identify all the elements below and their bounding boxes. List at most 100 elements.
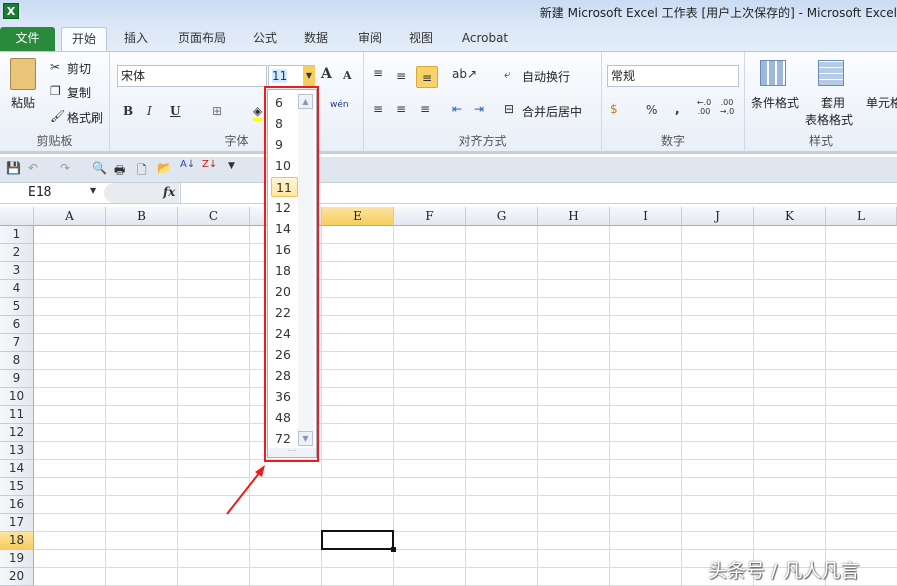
merge-center-button[interactable]: 合并后居中	[522, 103, 582, 120]
italic-button[interactable]: I	[147, 104, 152, 118]
tab-file[interactable]: 文件	[0, 27, 55, 51]
row-header-17[interactable]: 17	[0, 514, 34, 532]
row-header-10[interactable]: 10	[0, 388, 34, 406]
row-header-20[interactable]: 20	[0, 568, 34, 586]
font-name-select[interactable]: 宋体	[117, 65, 267, 87]
bold-button[interactable]: B	[123, 104, 133, 118]
format-painter-button[interactable]: 格式刷	[67, 109, 103, 126]
row-header-19[interactable]: 19	[0, 550, 34, 568]
row-header-3[interactable]: 3	[0, 262, 34, 280]
row-header-18[interactable]: 18	[0, 532, 34, 550]
tab-home[interactable]: 开始	[61, 27, 107, 51]
align-middle-icon[interactable]: ≡	[396, 69, 406, 83]
worksheet-grid[interactable]: ABCDEFGHIJKL 123456789101112131415161718…	[0, 207, 897, 586]
select-all-corner[interactable]	[0, 207, 34, 226]
tab-formulas[interactable]: 公式	[245, 27, 285, 51]
selected-cell-E18[interactable]	[321, 530, 394, 550]
tab-view[interactable]: 视图	[401, 27, 441, 51]
gridline	[34, 369, 897, 370]
name-box-dropdown-icon[interactable]: ▼	[90, 186, 96, 195]
new-icon[interactable]: 🗋	[137, 161, 147, 182]
undo-icon[interactable]: ↶	[28, 161, 38, 175]
currency-icon[interactable]: $	[610, 102, 618, 116]
font-size-value: 11	[272, 69, 288, 83]
underline-button[interactable]: U	[170, 104, 180, 118]
tab-page-layout[interactable]: 页面布局	[170, 27, 234, 51]
cell-styles-button[interactable]: 单元格	[866, 94, 897, 111]
fill-color-icon[interactable]: ◈	[253, 104, 263, 121]
gridline	[465, 226, 466, 586]
row-header-8[interactable]: 8	[0, 352, 34, 370]
column-header-J[interactable]: J	[682, 207, 754, 226]
row-header-4[interactable]: 4	[0, 280, 34, 298]
sort-desc-icon[interactable]: Z↓	[202, 159, 217, 170]
align-left-icon[interactable]: ≡	[373, 102, 383, 116]
align-right-icon[interactable]: ≡	[420, 102, 430, 116]
row-header-7[interactable]: 7	[0, 334, 34, 352]
tab-insert[interactable]: 插入	[116, 27, 156, 51]
borders-icon[interactable]: ⊞	[212, 104, 222, 118]
print-icon[interactable]: 🖶	[114, 161, 125, 182]
font-size-dropdown-icon[interactable]: ▼	[303, 66, 315, 86]
row-header-12[interactable]: 12	[0, 424, 34, 442]
row-header-2[interactable]: 2	[0, 244, 34, 262]
sort-asc-icon[interactable]: A↓	[180, 159, 195, 170]
tab-acrobat[interactable]: Acrobat	[455, 27, 515, 51]
comma-button[interactable]: ,	[675, 102, 680, 116]
increase-indent-icon[interactable]: ⇥	[474, 102, 484, 116]
row-header-11[interactable]: 11	[0, 406, 34, 424]
column-header-L[interactable]: L	[826, 207, 897, 226]
decrease-decimal-button[interactable]: .00 →.0	[717, 98, 737, 116]
tab-review[interactable]: 审阅	[350, 27, 390, 51]
grow-font-icon[interactable]: A	[321, 66, 332, 82]
column-header-E[interactable]: E	[322, 207, 394, 226]
fill-handle[interactable]	[391, 547, 396, 552]
align-bottom-icon[interactable]: ≡	[416, 66, 438, 88]
merge-icon: ⊟	[504, 102, 515, 116]
save-icon[interactable]: 💾	[6, 161, 21, 175]
tab-data[interactable]: 数据	[296, 27, 336, 51]
column-header-A[interactable]: A	[34, 207, 106, 226]
column-header-I[interactable]: I	[610, 207, 682, 226]
cut-button[interactable]: 剪切	[67, 60, 91, 77]
insert-function-button[interactable]: fx	[163, 185, 175, 199]
customize-qat-icon[interactable]: ▼	[228, 161, 235, 171]
open-icon[interactable]: 📂	[157, 161, 172, 175]
column-header-C[interactable]: C	[178, 207, 250, 226]
increase-decimal-button[interactable]: ←.0 .00	[694, 98, 714, 116]
format-as-table-label-1[interactable]: 套用	[821, 94, 845, 111]
phonetic-button[interactable]: wén	[330, 100, 349, 110]
quick-access-toolbar: 💾 ↶ ↷ 🔍 🖶 🗋 📂 A↓ Z↓ ▼	[0, 157, 897, 182]
paste-icon[interactable]	[10, 58, 36, 90]
number-format-select[interactable]: 常规	[607, 65, 739, 87]
row-header-5[interactable]: 5	[0, 298, 34, 316]
column-header-G[interactable]: G	[466, 207, 538, 226]
row-header-6[interactable]: 6	[0, 316, 34, 334]
format-as-table-button[interactable]: 表格格式	[805, 111, 853, 128]
gridline	[537, 226, 538, 586]
copy-button[interactable]: 复制	[67, 84, 91, 101]
wrap-text-button[interactable]: 自动换行	[522, 68, 570, 85]
print-preview-icon[interactable]: 🔍	[92, 161, 107, 175]
redo-icon[interactable]: ↷	[60, 161, 70, 175]
decrease-indent-icon[interactable]: ⇤	[452, 102, 462, 116]
conditional-format-button[interactable]: 条件格式	[751, 94, 799, 111]
orientation-icon[interactable]: ab↗	[452, 67, 477, 81]
percent-button[interactable]: %	[646, 103, 657, 117]
row-header-1[interactable]: 1	[0, 226, 34, 244]
column-header-F[interactable]: F	[394, 207, 466, 226]
column-header-B[interactable]: B	[106, 207, 178, 226]
align-center-icon[interactable]: ≡	[396, 102, 406, 116]
row-header-16[interactable]: 16	[0, 496, 34, 514]
row-header-13[interactable]: 13	[0, 442, 34, 460]
column-header-K[interactable]: K	[754, 207, 826, 226]
column-header-H[interactable]: H	[538, 207, 610, 226]
row-header-9[interactable]: 9	[0, 370, 34, 388]
paste-button[interactable]: 粘贴	[11, 94, 35, 111]
row-header-14[interactable]: 14	[0, 460, 34, 478]
align-top-icon[interactable]: ≡	[373, 66, 383, 80]
excel-logo-icon[interactable]: X	[3, 3, 19, 19]
shrink-font-icon[interactable]: A	[343, 69, 352, 82]
row-header-15[interactable]: 15	[0, 478, 34, 496]
name-box[interactable]: E18	[2, 184, 102, 202]
